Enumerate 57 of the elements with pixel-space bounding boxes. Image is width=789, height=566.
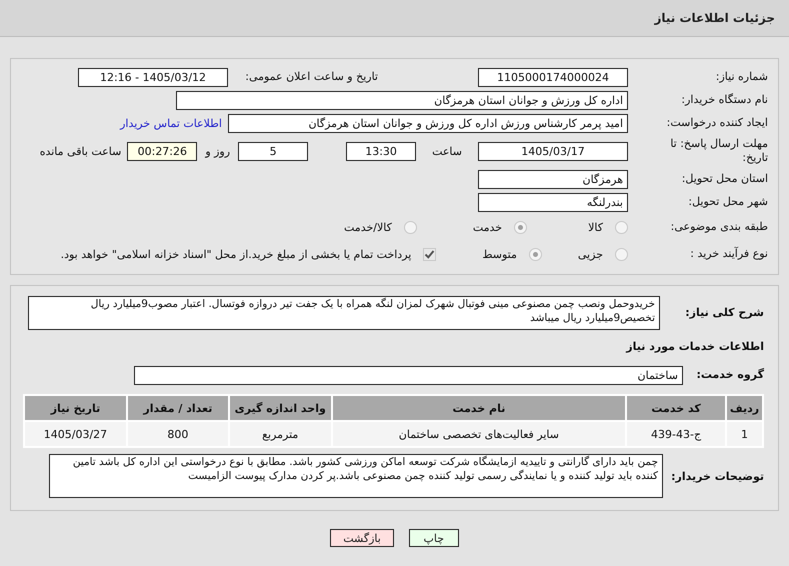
field-label: استان محل تحویل: xyxy=(680,172,769,186)
deadline-date-field: 1405/03/17 xyxy=(478,142,628,160)
field-label: نوع فرآیند خرید : xyxy=(689,246,769,262)
field-label: شهر محل تحویل: xyxy=(687,194,769,210)
radio-button[interactable] xyxy=(404,220,417,234)
province-field: هرمزگان xyxy=(478,170,628,188)
table-cell: ج-43-439 xyxy=(626,421,726,447)
radio-button[interactable] xyxy=(514,220,528,234)
field-label: طبقه بندی موضوعی: xyxy=(670,220,769,234)
days-label: روز و xyxy=(205,144,230,158)
column-header: کد خدمت xyxy=(626,395,726,421)
radio-label: کالا xyxy=(588,220,603,234)
field-label: تاریخ و ساعت اعلان عمومی: xyxy=(244,70,379,84)
column-header: تاریخ نیاز xyxy=(24,395,127,421)
column-header: تعداد / مقدار xyxy=(126,395,229,421)
table-cell: 800 xyxy=(126,421,229,447)
remaining-time-field: 00:27:26 xyxy=(127,142,198,160)
deadline-time-field: 13:30 xyxy=(346,142,416,160)
field-label: شماره نیاز: xyxy=(714,70,769,84)
table-cell: مترمربع xyxy=(228,421,332,447)
field-label: توضیحات خریدار: xyxy=(670,469,765,484)
field-label: گروه خدمت: xyxy=(695,368,765,382)
need-number-field: 1105000174000024 xyxy=(478,68,628,86)
column-header: نام خدمت xyxy=(332,395,626,421)
field-label: ایجاد کننده درخواست: xyxy=(666,116,769,130)
section-heading: اطلاعات خدمات مورد نیاز xyxy=(626,340,765,352)
page-title: جزئیات اطلاعات نیاز xyxy=(654,11,775,25)
field-label: مهلت ارسال پاسخ: تا تاریخ: xyxy=(669,136,769,166)
city-field: بندرلنگه xyxy=(478,192,628,212)
table-cell: سایر فعالیت‌های تخصصی ساختمان xyxy=(332,421,626,447)
column-header: واحد اندازه گیری xyxy=(228,395,332,421)
field-label: نام دستگاه خریدار: xyxy=(680,92,769,108)
table-cell: 1405/03/27 xyxy=(24,421,127,447)
payment-checkbox[interactable] xyxy=(423,248,436,260)
remaining-label: ساعت باقی مانده xyxy=(40,144,122,158)
radio-button[interactable] xyxy=(615,220,628,234)
description-textarea[interactable]: خریدوحمل ونصب چمن مصنوعی مینی فوتبال شهرک لمزان لنگه همراه با یک جفت تیر دروازه فوتسال. اعتبار مصوب9میلیارد ریال تخصیص9میلیارد ریال میباشد xyxy=(28,296,660,330)
buyer-org-field: اداره کل ورزش و جوانان استان هرمزگان xyxy=(176,90,628,110)
radio-label: کالا/خدمت xyxy=(344,220,392,234)
days-field: 5 xyxy=(238,142,308,160)
table-cell: 1 xyxy=(726,421,763,447)
buyer-notes-textarea[interactable]: چمن باید دارای گارانتی و تاییدیه ازمایشگاه شرکت توسعه اماکن ورزشی کشور باشد. مطابق با نوع درخواستی این اداره کل باشد تامین کننده باید تولید کننده و یا نمایندگی رسمی تولید کننده چمن مصنوعی باشد.پر کردن مدارک پیوست الزامیست xyxy=(49,454,663,498)
time-label: ساعت xyxy=(432,144,462,158)
radio-button[interactable] xyxy=(528,248,542,260)
payment-note: پرداخت تمام یا بخشی از مبلغ خرید.از محل "اسناد خزانه اسلامی" خواهد بود. xyxy=(60,248,412,260)
back-button[interactable]: بازگشت xyxy=(330,529,394,547)
buyer-contact-link[interactable]: اطلاعات تماس خریدار xyxy=(120,116,222,130)
announce-date-field: 1405/03/12 - 12:16 xyxy=(78,68,228,86)
radio-button[interactable] xyxy=(615,248,628,260)
field-label: شرح کلی نیاز: xyxy=(684,306,765,320)
radio-label: جزیی xyxy=(578,248,603,260)
radio-label: متوسط xyxy=(482,248,517,260)
requester-field: امید پرمر کارشناس ورزش اداره کل ورزش و جوانان استان هرمزگان xyxy=(228,114,628,132)
radio-label: خدمت xyxy=(472,220,502,234)
print-button[interactable]: چاپ xyxy=(408,529,459,547)
column-header: ردیف xyxy=(726,395,763,421)
service-group-field: ساختمان xyxy=(134,366,683,384)
